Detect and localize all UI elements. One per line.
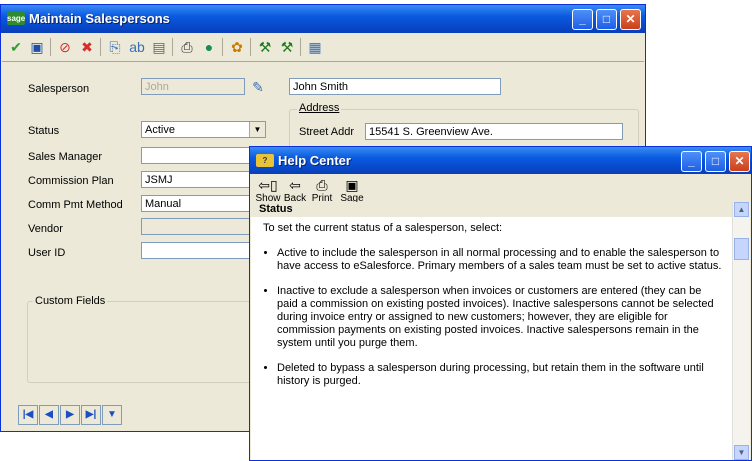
main-title-bar[interactable]: sage Maintain Salespersons _ □ ✕ [1,5,645,33]
status-value: Active [145,124,175,136]
help-content-pane: Status To set the current status of a sa… [251,202,750,460]
list-item: Deleted to bypass a salesperson during p… [277,362,723,388]
help-maximize-button[interactable]: □ [705,151,726,172]
toolbar-separator [222,38,223,56]
print-icon[interactable]: ⎙ [178,38,196,56]
list-item: Active to include the salesperson in all… [277,247,723,273]
street-addr-field[interactable]: 15541 S. Greenview Ave. [365,123,623,140]
vendor-label: Vendor [28,223,63,235]
first-record-icon[interactable]: |◀ [18,405,38,425]
next-record-icon[interactable]: ▶ [60,405,80,425]
close-button[interactable]: ✕ [620,9,641,30]
filter-icon[interactable]: ▼ [102,405,122,425]
custom-fields-groupbox [27,301,259,383]
list-item: Inactive to exclude a salesperson when i… [277,285,723,350]
delete-icon[interactable]: ⊘ [56,38,74,56]
chevron-down-icon[interactable]: ▼ [249,122,265,137]
salesperson-name-field[interactable]: John Smith [289,78,501,95]
help-topic-text: To set the current status of a salespers… [263,222,723,400]
toolbar-separator [250,38,251,56]
scroll-up-icon[interactable]: ▲ [734,202,749,217]
toolbar-separator [50,38,51,56]
print-button[interactable]: ⎙ Print [307,177,337,204]
show-icon: ⇦▯ [258,177,278,193]
last-record-icon[interactable]: ▶| [81,405,101,425]
back-arrow-icon: ⇦ [289,177,301,193]
show-button[interactable]: ⇦▯ Show [253,177,283,204]
help-topic-heading: Status [251,202,732,217]
user-id-label: User ID [28,247,66,259]
custom-fields-label: Custom Fields [33,295,108,307]
help-intro: To set the current status of a salespers… [263,222,503,234]
salesperson-label: Salesperson [28,83,90,95]
main-toolbar: ✔ ▣ ⊘ ✖ ⎘ ab ▤ ⎙ ● ✿ ⚒ ⚒ ▦ [2,33,644,62]
previous-record-icon[interactable]: ◀ [39,405,59,425]
main-window-title: Maintain Salespersons [29,11,170,26]
user-id-field[interactable] [141,242,251,259]
toolbar-separator [100,38,101,56]
street-addr-label: Street Addr [299,126,355,138]
memo-icon[interactable]: ▤ [150,38,168,56]
help-close-button[interactable]: ✕ [729,151,750,172]
custom2-icon[interactable]: ⚒ [278,38,296,56]
minimize-button[interactable]: _ [572,9,593,30]
copy-icon[interactable]: ⎘ [106,38,124,56]
save-icon[interactable]: ▣ [28,38,46,56]
toolbar-separator [172,38,173,56]
color-icon[interactable]: ✿ [228,38,246,56]
record-navigation: |◀ ◀ ▶ ▶| ▼ [18,405,148,425]
vendor-field [141,218,251,235]
sage-button[interactable]: ▣ Sage [337,177,367,204]
help-window-title: Help Center [278,153,351,168]
salesperson-code-field[interactable]: John [141,78,245,95]
maximize-button[interactable]: □ [596,9,617,30]
status-options-list: Active to include the salesperson in all… [263,247,723,388]
commission-plan-label: Commission Plan [28,175,114,187]
help-center-window: ? Help Center _ □ ✕ ⇦▯ Show ⇦ Back ⎙ Print … [249,146,752,461]
sage-page-icon: ▣ [345,177,359,193]
printer-icon: ⎙ [316,177,328,193]
comm-pmt-method-label: Comm Pmt Method [28,199,123,211]
help-title-bar[interactable]: ? Help Center _ □ ✕ [250,147,751,174]
help-icon[interactable]: ● [200,38,218,56]
help-scrollbar[interactable]: ▲ ▼ [732,202,750,460]
help-toolbar: ⇦▯ Show ⇦ Back ⎙ Print ▣ Sage [250,174,751,204]
comm-pmt-method-field[interactable]: Manual [141,195,251,212]
sales-manager-label: Sales Manager [28,151,102,163]
lookup-icon[interactable]: ✎ [249,78,267,96]
commission-plan-field[interactable]: JSMJ [141,171,251,188]
toolbar-separator [300,38,301,56]
help-book-icon: ? [256,154,274,167]
sage-app-icon: sage [7,12,26,25]
calculator-icon[interactable]: ▦ [306,38,324,56]
scroll-thumb[interactable] [734,238,749,260]
sales-manager-field[interactable] [141,147,251,164]
scroll-down-icon[interactable]: ▼ [734,445,749,460]
accept-icon[interactable]: ✔ [7,38,25,56]
status-dropdown[interactable]: Active ▼ [141,121,266,138]
custom-icon[interactable]: ⚒ [256,38,274,56]
cancel-icon[interactable]: ✖ [78,38,96,56]
status-label: Status [28,125,60,137]
back-button[interactable]: ⇦ Back [280,177,310,204]
help-minimize-button[interactable]: _ [681,151,702,172]
address-group-label: Address [297,102,342,114]
rename-icon[interactable]: ab [128,38,146,56]
